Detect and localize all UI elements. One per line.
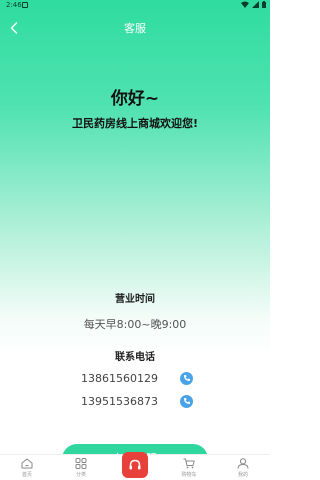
tab-cart[interactable]: 购物车: [162, 455, 216, 480]
signal-icon: [252, 1, 259, 8]
phone-row[interactable]: 13951536873: [81, 393, 193, 409]
cart-icon: [183, 458, 195, 469]
contact-phone-title: 联系电话: [115, 352, 155, 363]
back-button[interactable]: [6, 19, 22, 37]
tab-service[interactable]: [108, 452, 162, 480]
welcome-message: 卫民药房线上商城欢迎您!: [71, 117, 199, 130]
tab-home[interactable]: 首页: [0, 455, 54, 480]
service-center-button[interactable]: [122, 452, 148, 478]
tab-label: 分类: [75, 472, 86, 478]
status-icons: [241, 1, 266, 8]
user-icon: [237, 458, 249, 469]
tab-mine[interactable]: 我的: [216, 455, 270, 480]
header-bar: 客服: [0, 14, 270, 42]
business-hours-title: 营业时间: [115, 294, 155, 305]
bottom-tab-bar: 首页 分类 购物车 我的: [0, 452, 270, 480]
headset-icon: [129, 459, 141, 470]
battery-icon: [262, 1, 266, 8]
tab-label: 我的: [237, 472, 248, 478]
wifi-icon: [241, 1, 249, 8]
phone-number[interactable]: 13951536873: [81, 395, 158, 408]
status-bar: 2:46: [0, 0, 270, 12]
tab-category[interactable]: 分类: [54, 455, 108, 480]
tab-label: 购物车: [181, 472, 197, 478]
notification-icon: [22, 2, 28, 8]
page-title: 客服: [124, 22, 146, 35]
business-hours-value: 每天早8:00~晚9:00: [83, 318, 187, 331]
chevron-left-icon: [10, 22, 18, 34]
tab-label: 首页: [21, 472, 32, 478]
phone-number[interactable]: 13861560129: [81, 372, 158, 385]
phone-call-icon[interactable]: [180, 394, 193, 408]
status-time: 2:46: [6, 1, 22, 9]
grid-icon: [75, 458, 87, 469]
greeting-title: 你好~: [110, 89, 160, 109]
phone-call-icon[interactable]: [180, 371, 193, 385]
phone-row[interactable]: 13861560129: [81, 370, 193, 386]
home-icon: [21, 458, 33, 469]
